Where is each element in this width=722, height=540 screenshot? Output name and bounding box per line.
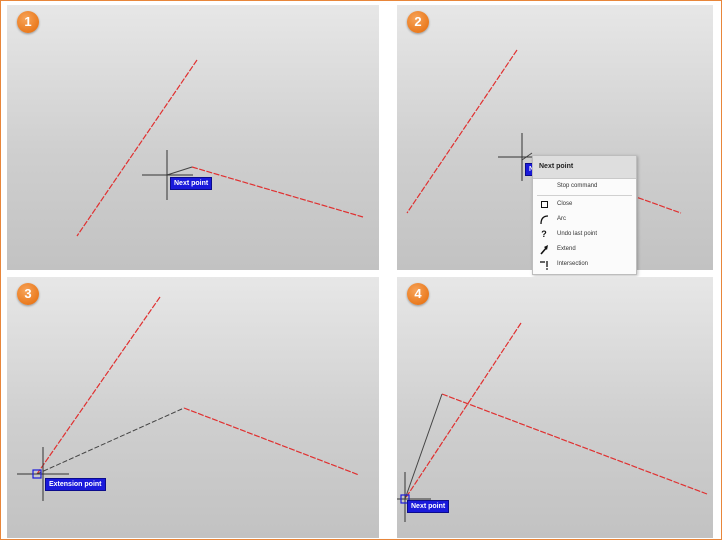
menu-item-close[interactable]: Close: [533, 197, 636, 212]
red-line-segment: [406, 49, 518, 214]
square-icon: [539, 199, 549, 210]
step-3-panel[interactable]: 3 Extension point: [7, 277, 379, 538]
command-tooltip: Next point: [170, 177, 213, 190]
rubber-band-line: [166, 166, 193, 176]
red-line-segment: [404, 322, 522, 500]
menu-item-label: Undo last point: [557, 231, 598, 237]
menu-item-label: Extend: [557, 246, 576, 252]
menu-item-label: Arc: [557, 216, 566, 222]
step-3-canvas: [17, 296, 360, 501]
command-tooltip: Next point: [407, 500, 450, 513]
intersection-icon: [539, 259, 549, 270]
red-line-segment: [191, 166, 364, 218]
extend-icon: [539, 244, 549, 255]
menu-item-intersection[interactable]: Intersection: [533, 257, 636, 272]
menu-item-label: Intersection: [557, 261, 589, 267]
step-4-panel[interactable]: 4 Next point: [397, 277, 713, 538]
step-1-panel[interactable]: 1 Next point: [7, 5, 379, 270]
arc-icon: [539, 214, 549, 225]
step-badge: 4: [407, 283, 429, 305]
red-line-segment: [76, 59, 198, 237]
step-badge: 2: [407, 11, 429, 33]
red-line-segment: [183, 407, 360, 476]
menu-item-extend[interactable]: Extend: [533, 242, 636, 257]
red-line-segment: [441, 393, 708, 495]
rubber-band-line: [36, 407, 185, 475]
step-1-canvas: [76, 59, 364, 237]
command-tooltip: Extension point: [45, 478, 106, 491]
step-badge: 1: [17, 11, 39, 33]
menu-item-label: Stop command: [557, 183, 598, 189]
step-badge: 3: [17, 283, 39, 305]
undo-icon: ?: [541, 229, 547, 239]
menu-item-undo-last-point[interactable]: ? Undo last point: [533, 227, 636, 242]
menu-item-label: Close: [557, 201, 573, 207]
menu-item-arc[interactable]: Arc: [533, 212, 636, 227]
context-menu-title: Next point: [533, 156, 636, 179]
red-line-segment: [36, 296, 161, 475]
rubber-band-line: [404, 393, 443, 500]
menu-divider: [537, 195, 632, 196]
step-4-canvas: [397, 322, 708, 522]
menu-item-stop-command[interactable]: Stop command: [533, 179, 636, 194]
context-menu: Next point Stop command Close Arc ? Undo…: [532, 155, 637, 275]
